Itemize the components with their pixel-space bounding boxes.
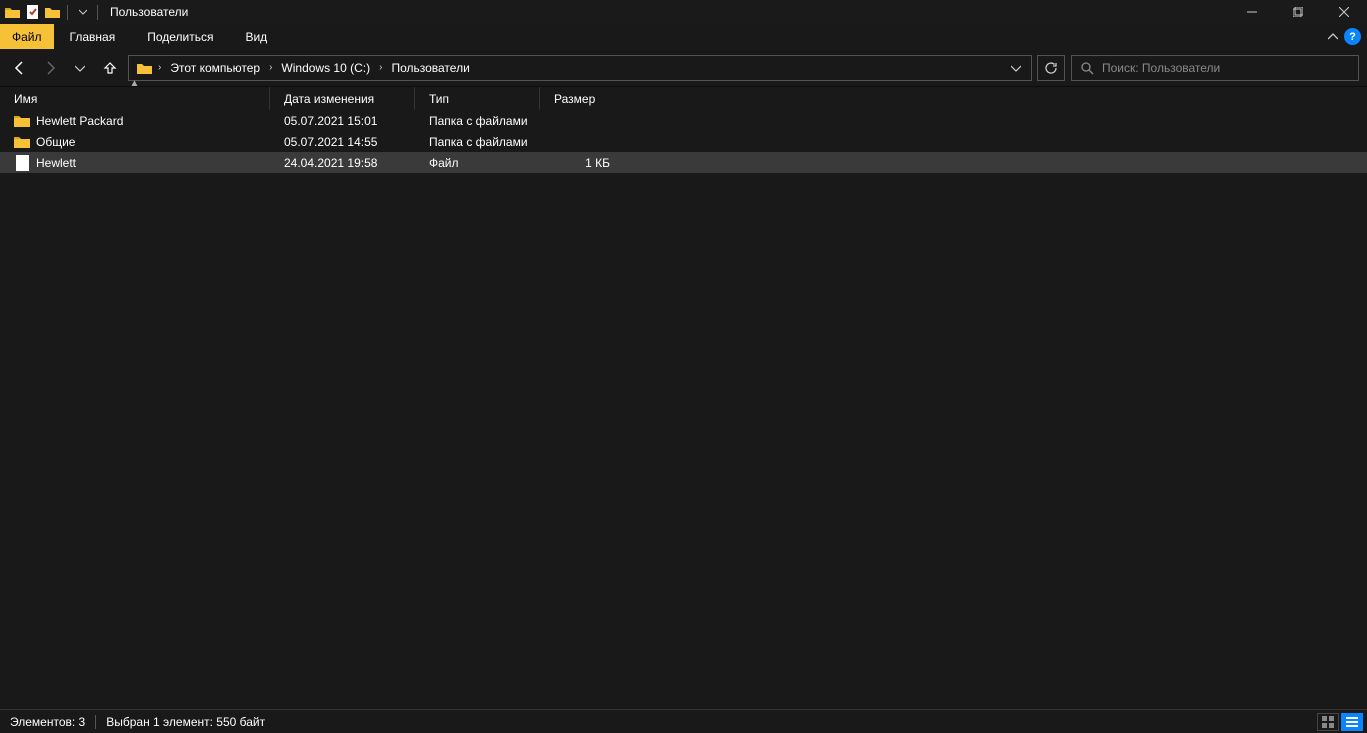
column-date[interactable]: Дата изменения	[270, 87, 415, 110]
window-title: Пользователи	[104, 5, 188, 19]
cell-date: 24.04.2021 19:58	[270, 152, 415, 173]
status-count: Элементов: 3	[10, 715, 85, 729]
column-size[interactable]: Размер	[540, 87, 620, 110]
file-row[interactable]: Hewlett 24.04.2021 19:58Файл1 КБ	[0, 152, 1367, 173]
tab-share[interactable]: Поделиться	[131, 24, 229, 49]
folder-icon	[14, 134, 30, 150]
view-details-button[interactable]	[1341, 713, 1363, 731]
recent-locations-button[interactable]	[68, 56, 92, 80]
column-type[interactable]: Тип	[415, 87, 540, 110]
view-switch	[1317, 713, 1367, 731]
status-separator	[95, 715, 96, 729]
file-row[interactable]: Hewlett Packard 05.07.2021 15:01Папка с ф…	[0, 110, 1367, 131]
search-input[interactable]	[1102, 61, 1350, 75]
chevron-down-icon[interactable]	[1011, 64, 1021, 72]
cell-type: Папка с файлами	[415, 110, 540, 131]
qat-dropdown-icon[interactable]	[74, 4, 91, 21]
file-row[interactable]: Общие 05.07.2021 14:55Папка с файлами	[0, 131, 1367, 152]
cell-name: Hewlett	[0, 152, 270, 173]
cell-size	[540, 110, 620, 131]
cell-size	[540, 131, 620, 152]
status-selection: Выбран 1 элемент: 550 байт	[106, 715, 265, 729]
ribbon-collapse-icon[interactable]	[1328, 33, 1338, 41]
back-button[interactable]	[8, 56, 32, 80]
chevron-right-icon[interactable]: ›	[376, 62, 385, 73]
ribbon: Файл Главная Поделиться Вид ?	[0, 24, 1367, 49]
column-label: Имя	[14, 92, 37, 106]
cell-size: 1 КБ	[540, 152, 620, 173]
cell-name: Общие	[0, 131, 270, 152]
refresh-button[interactable]	[1037, 55, 1065, 81]
search-icon	[1080, 61, 1094, 75]
sort-ascending-icon: ▲	[130, 78, 140, 89]
column-name[interactable]: Имя ▲	[0, 87, 270, 110]
cell-date: 05.07.2021 14:55	[270, 131, 415, 152]
column-header: Имя ▲ Дата изменения Тип Размер	[0, 86, 1367, 110]
folder-icon	[4, 4, 21, 21]
minimize-button[interactable]	[1229, 0, 1275, 24]
up-button[interactable]	[98, 56, 122, 80]
view-thumbnails-button[interactable]	[1317, 713, 1339, 731]
breadcrumb-item[interactable]: Пользователи	[387, 56, 473, 80]
folder-icon	[14, 113, 30, 129]
maximize-button[interactable]	[1275, 0, 1321, 24]
chevron-right-icon[interactable]: ›	[266, 62, 275, 73]
close-button[interactable]	[1321, 0, 1367, 24]
tab-home[interactable]: Главная	[54, 24, 132, 49]
qat-separator	[97, 5, 98, 20]
forward-button[interactable]	[38, 56, 62, 80]
titlebar: Пользователи	[0, 0, 1367, 24]
qat-separator	[67, 5, 68, 20]
properties-icon[interactable]	[24, 4, 41, 21]
chevron-right-icon[interactable]: ›	[155, 62, 164, 73]
breadcrumb-item[interactable]: Windows 10 (C:)	[277, 56, 374, 80]
file-name: Общие	[36, 135, 75, 149]
cell-name: Hewlett Packard	[0, 110, 270, 131]
search-box[interactable]	[1071, 55, 1359, 81]
tab-file[interactable]: Файл	[0, 24, 54, 49]
folder-icon	[135, 61, 153, 75]
file-name: Hewlett	[36, 156, 76, 170]
tab-view[interactable]: Вид	[229, 24, 283, 49]
cell-type: Папка с файлами	[415, 131, 540, 152]
quick-access-toolbar: Пользователи	[0, 4, 188, 21]
nav-row: › Этот компьютер › Windows 10 (C:) › Пол…	[0, 49, 1367, 86]
status-bar: Элементов: 3 Выбран 1 элемент: 550 байт	[0, 709, 1367, 733]
address-bar-right	[1011, 64, 1027, 72]
breadcrumb-item[interactable]: Этот компьютер	[166, 56, 264, 80]
new-folder-icon[interactable]	[44, 4, 61, 21]
file-list: Hewlett Packard 05.07.2021 15:01Папка с ф…	[0, 110, 1367, 710]
help-icon[interactable]: ?	[1344, 28, 1361, 45]
cell-date: 05.07.2021 15:01	[270, 110, 415, 131]
file-name: Hewlett Packard	[36, 114, 123, 128]
ribbon-right: ?	[1328, 24, 1367, 49]
cell-type: Файл	[415, 152, 540, 173]
file-icon	[14, 155, 30, 171]
address-bar[interactable]: › Этот компьютер › Windows 10 (C:) › Пол…	[128, 55, 1032, 81]
window-controls	[1229, 0, 1367, 24]
